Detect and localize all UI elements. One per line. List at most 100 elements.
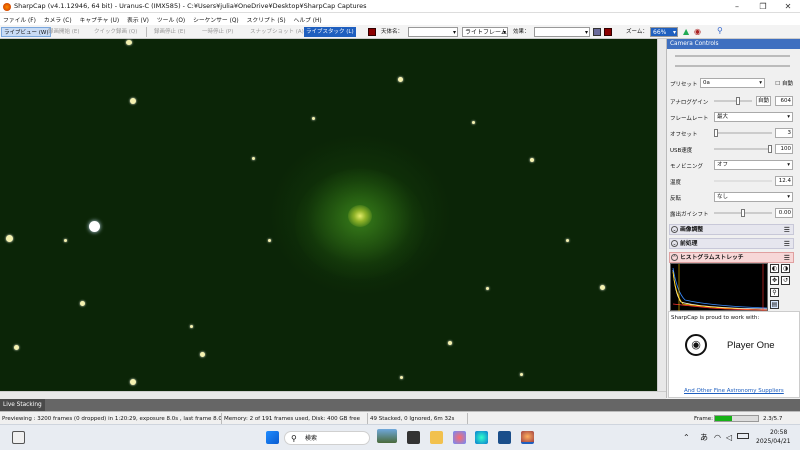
battery-icon[interactable] bbox=[737, 433, 749, 439]
menu-tools[interactable]: ツール (O) bbox=[154, 13, 188, 24]
pause-button[interactable]: 一時停止 (P) bbox=[200, 27, 235, 37]
viewer-vertical-scrollbar[interactable] bbox=[657, 39, 666, 391]
viewer-horizontal-scrollbar[interactable] bbox=[0, 391, 666, 399]
suppliers-link[interactable]: And Other Fine Astronomy Suppliers bbox=[684, 388, 784, 394]
histogram-contrast-icon[interactable]: ◑ bbox=[781, 264, 790, 273]
app-icon[interactable] bbox=[407, 431, 420, 444]
menu-sequencer[interactable]: シーケンサー (Q) bbox=[190, 13, 242, 24]
speaker-icon[interactable]: ◁ bbox=[726, 433, 732, 442]
ime-indicator[interactable]: あ bbox=[700, 432, 708, 443]
edge-browser-icon[interactable] bbox=[475, 431, 488, 444]
start-capture-button[interactable]: 録画開始 (E) bbox=[46, 27, 82, 37]
clock-time[interactable]: 20:58 bbox=[770, 429, 787, 436]
preset-value: 0a bbox=[703, 80, 710, 86]
close-button[interactable]: ✕ bbox=[776, 0, 800, 13]
analog-gain-slider[interactable] bbox=[714, 97, 752, 105]
auto-checkbox-label: 自動 bbox=[781, 81, 793, 87]
offset-slider[interactable] bbox=[714, 129, 772, 137]
color-icon[interactable] bbox=[593, 28, 601, 36]
hamburger-menu-icon[interactable]: ☰ bbox=[784, 225, 790, 235]
histogram-display[interactable] bbox=[670, 263, 768, 312]
section-histogram-stretch[interactable]: ⌃ ヒストグラムストレッチ ☰ bbox=[669, 252, 794, 263]
section-image-adjust-label: 画像調整 bbox=[680, 227, 704, 233]
histogram-zoom-icon[interactable]: ⚲ bbox=[770, 288, 779, 297]
slider-knob[interactable] bbox=[736, 97, 740, 105]
menu-capture[interactable]: キャプチャ (U) bbox=[77, 13, 123, 24]
red-filter-icon[interactable] bbox=[604, 28, 612, 36]
windows-start-icon[interactable] bbox=[266, 431, 279, 444]
snapshot-button[interactable]: スナップショット (A) bbox=[248, 27, 306, 37]
hamburger-menu-icon[interactable]: ☰ bbox=[784, 253, 790, 263]
live-stack-button[interactable]: ライブスタック (L) bbox=[304, 27, 356, 37]
stop-capture-button[interactable]: 録画停止 (E) bbox=[152, 27, 188, 37]
camera-image-view[interactable] bbox=[0, 39, 657, 391]
live-view-button[interactable]: ライブビュー (W) bbox=[1, 27, 52, 37]
slider-knob[interactable] bbox=[768, 145, 772, 153]
task-view-icon[interactable] bbox=[12, 431, 25, 444]
usb-speed-row: USB速度 100 bbox=[670, 143, 793, 155]
star bbox=[398, 77, 403, 82]
frame-type-dropdown[interactable]: ライトフレーム ▾ bbox=[462, 27, 508, 37]
section-image-adjust[interactable]: ⌄ 画像調整 ☰ bbox=[669, 224, 794, 235]
slider-knob[interactable] bbox=[714, 129, 718, 137]
taskbar-search-box[interactable]: ⚲ 検索 bbox=[284, 429, 397, 445]
sharpcap-taskbar-icon[interactable] bbox=[521, 431, 534, 444]
analog-gain-value[interactable]: 604 bbox=[775, 96, 793, 106]
star bbox=[448, 341, 452, 345]
sponsor-text: SharpCap is proud to work with: bbox=[671, 315, 760, 321]
histogram-move-icon[interactable]: ✥ bbox=[770, 276, 779, 285]
status-bar: Previewing : 3200 frames (0 dropped) in … bbox=[0, 411, 800, 424]
menu-camera[interactable]: カメラ (C) bbox=[41, 13, 75, 24]
hamburger-menu-icon[interactable]: ☰ bbox=[784, 239, 790, 249]
effect-dropdown[interactable]: ▾ bbox=[534, 27, 590, 37]
histogram-reset-icon[interactable]: ↺ bbox=[781, 276, 790, 285]
camera-controls-header: Camera Controls bbox=[667, 39, 800, 49]
target-icon[interactable]: ◉ bbox=[694, 28, 701, 36]
menu-help[interactable]: ヘルプ (H) bbox=[291, 13, 325, 24]
exposure-shift-row: 露出ガイシフト 0.00 bbox=[670, 207, 793, 219]
framerate-dropdown[interactable]: 最大 bbox=[714, 112, 793, 122]
copilot-icon[interactable] bbox=[453, 431, 466, 444]
exposure-shift-slider[interactable] bbox=[714, 209, 772, 217]
analog-gain-auto-button[interactable]: 自動 bbox=[756, 96, 772, 106]
record-icon[interactable] bbox=[368, 28, 376, 36]
zoom-dropdown[interactable]: 66% ▾ bbox=[650, 27, 678, 37]
minimize-button[interactable]: – bbox=[725, 0, 749, 13]
clock-date[interactable]: 2025/04/21 bbox=[756, 438, 791, 445]
chevron-up-icon[interactable]: ⌃ bbox=[683, 433, 690, 442]
flip-dropdown[interactable]: なし bbox=[714, 192, 793, 202]
framerate-row: フレームレート 最大 bbox=[670, 111, 793, 123]
offset-value[interactable]: 3 bbox=[775, 128, 793, 138]
star bbox=[130, 379, 136, 385]
quick-capture-button[interactable]: クイック録画 (Q) bbox=[92, 27, 139, 37]
preset-dropdown[interactable]: 0a bbox=[700, 78, 765, 88]
histogram-auto-stretch-icon[interactable]: ◐ bbox=[770, 264, 779, 273]
slider-track[interactable] bbox=[675, 65, 790, 67]
flip-value: なし bbox=[717, 194, 729, 200]
magnifier-icon[interactable]: ⚲ bbox=[717, 27, 723, 35]
file-explorer-icon[interactable] bbox=[430, 431, 443, 444]
target-name-dropdown[interactable]: ▾ bbox=[408, 27, 458, 37]
slider-knob[interactable] bbox=[741, 209, 745, 217]
star bbox=[64, 239, 67, 242]
wifi-icon[interactable]: ◠ bbox=[714, 433, 721, 442]
target-name-label: 天体名： bbox=[381, 29, 404, 35]
offset-row: オフセット 3 bbox=[670, 127, 793, 139]
usb-speed-slider[interactable] bbox=[714, 145, 772, 153]
app-icon[interactable] bbox=[498, 431, 511, 444]
auto-checkbox[interactable]: ☐ 自動 bbox=[775, 79, 793, 87]
histogram-save-icon[interactable]: ▤ bbox=[770, 300, 779, 309]
menu-scripting[interactable]: スクリプト (S) bbox=[244, 13, 289, 24]
slider-track[interactable] bbox=[675, 55, 790, 57]
tree-icon[interactable]: ▲ bbox=[683, 28, 689, 36]
usb-speed-value[interactable]: 100 bbox=[775, 144, 793, 154]
toolbar-divider bbox=[146, 27, 147, 37]
maximize-button[interactable]: ❐ bbox=[751, 0, 775, 13]
section-preprocess[interactable]: ⌄ 前処理 ☰ bbox=[669, 238, 794, 249]
exposure-shift-value[interactable]: 0.00 bbox=[775, 208, 793, 218]
star bbox=[6, 235, 13, 242]
menu-view[interactable]: 表示 (V) bbox=[124, 13, 152, 24]
mono-bin-dropdown[interactable]: オフ bbox=[714, 160, 793, 170]
live-stacking-tab[interactable]: Live Stacking bbox=[0, 399, 45, 411]
menu-file[interactable]: ファイル (F) bbox=[0, 13, 39, 24]
